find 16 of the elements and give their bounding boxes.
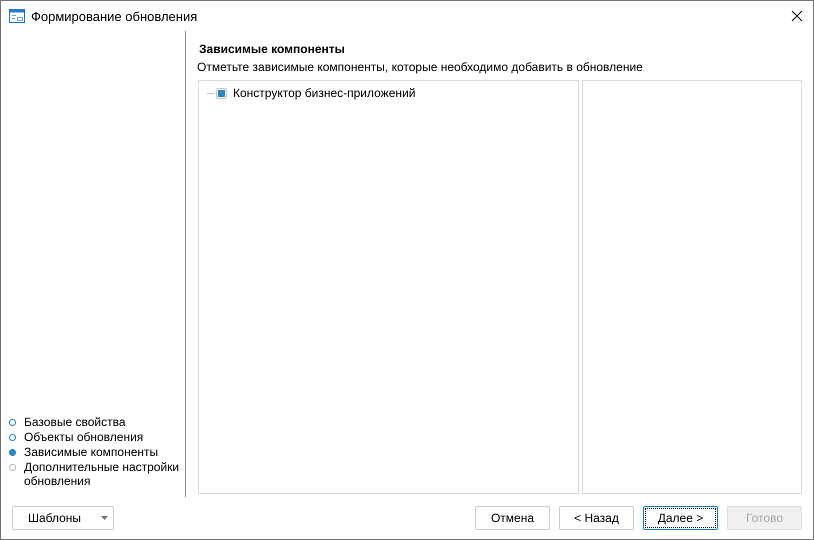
caret-icon [101, 516, 108, 520]
page-heading: Зависимые компоненты [198, 42, 346, 56]
wizard-button[interactable]: Далее > [643, 506, 718, 530]
page-description: Отметьте зависимые компоненты, которые необходимо добавить в обновление [197, 60, 644, 74]
tree-item-label[interactable]: Конструктор бизнес-приложений [233, 86, 416, 100]
step-label: Объекты обновления [24, 430, 144, 444]
wizard-button[interactable]: < Назад [559, 506, 634, 530]
step-label: Зависимые компоненты [24, 445, 160, 459]
step-label: Дополнительные настройки обновления [24, 460, 180, 488]
wizard-button[interactable]: Отмена [475, 506, 550, 530]
templates-dropdown-button[interactable]: Шаблоны [12, 506, 114, 530]
window-icon [9, 9, 25, 23]
checkbox[interactable] [216, 88, 227, 98]
close-icon[interactable] [791, 10, 803, 22]
window-title: Формирование обновления [31, 8, 198, 24]
step-label: Базовые свойства [24, 415, 126, 429]
